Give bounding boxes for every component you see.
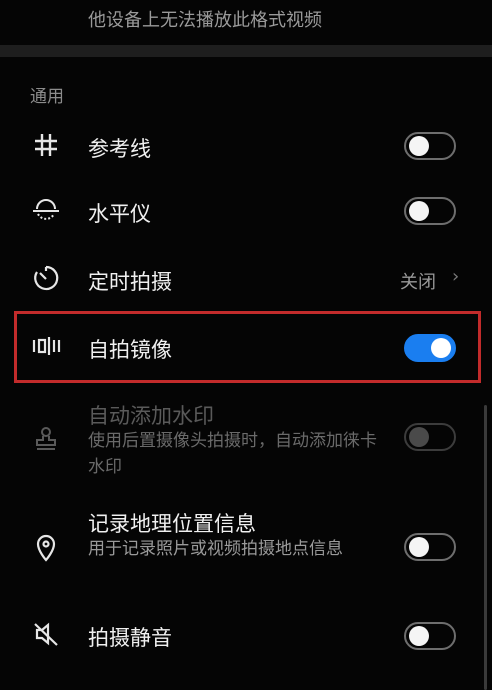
mirror-icon xyxy=(28,328,64,364)
setting-label: 定时拍摄 xyxy=(88,270,172,294)
previous-item-description: 他设备上无法播放此格式视频 xyxy=(88,10,322,31)
setting-label: 记录地理位置信息 xyxy=(88,512,256,536)
mute-toggle[interactable] xyxy=(404,622,456,650)
setting-label: 参考线 xyxy=(88,137,151,161)
setting-label: 自拍镜像 xyxy=(88,338,172,362)
level-toggle[interactable] xyxy=(404,197,456,225)
setting-row-timer[interactable]: 定时拍摄 关闭 › xyxy=(0,258,492,302)
setting-row-gridlines[interactable]: 参考线 xyxy=(0,125,492,169)
setting-row-watermark: 自动添加水印 使用后置摄像头拍摄时，自动添加徕卡水印 xyxy=(0,398,492,480)
watermark-toggle xyxy=(404,423,456,451)
level-icon xyxy=(28,192,64,228)
scrollbar[interactable] xyxy=(484,405,487,690)
setting-row-location[interactable]: 记录地理位置信息 用于记录照片或视频拍摄地点信息 xyxy=(0,506,492,588)
setting-sublabel: 使用后置摄像头拍摄时，自动添加徕卡水印 xyxy=(88,431,377,477)
setting-label: 拍摄静音 xyxy=(88,626,172,650)
chevron-right-icon: › xyxy=(452,266,460,287)
timer-icon xyxy=(28,260,64,296)
selfie-mirror-toggle[interactable] xyxy=(404,334,456,362)
setting-row-selfie-mirror[interactable]: 自拍镜像 xyxy=(0,326,492,370)
location-toggle[interactable] xyxy=(404,533,456,561)
location-pin-icon xyxy=(28,530,64,566)
setting-row-level[interactable]: 水平仪 xyxy=(0,190,492,234)
setting-label: 水平仪 xyxy=(88,202,151,226)
grid-icon xyxy=(28,127,64,163)
setting-row-mute[interactable]: 拍摄静音 xyxy=(0,614,492,658)
stamp-icon xyxy=(28,420,64,456)
timer-value: 关闭 xyxy=(400,272,436,293)
section-title-general: 通用 xyxy=(30,87,64,107)
section-divider xyxy=(0,45,492,57)
setting-sublabel: 用于记录照片或视频拍摄地点信息 xyxy=(88,539,343,559)
mute-icon xyxy=(28,616,64,652)
setting-label: 自动添加水印 xyxy=(88,404,214,428)
gridlines-toggle[interactable] xyxy=(404,132,456,160)
